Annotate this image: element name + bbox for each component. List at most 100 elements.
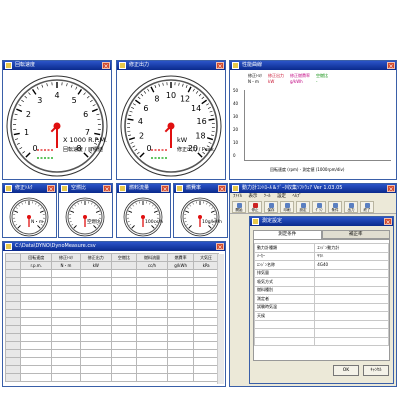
grid-cell[interactable] <box>167 309 195 318</box>
graph-button[interactable]: ｸﾞﾗﾌ <box>312 201 326 213</box>
grid-cell[interactable] <box>193 301 219 310</box>
grid-cell[interactable] <box>51 309 81 318</box>
table-row[interactable] <box>5 309 219 318</box>
grid-cell[interactable] <box>167 349 195 358</box>
grid-cell[interactable] <box>51 325 81 334</box>
data-grid[interactable]: 回転速度 修正ﾄﾙｸ 修正出力 空燃比 燃料流量 燃費率 大気圧 r.p.m. … <box>5 253 219 382</box>
grid-cell[interactable] <box>135 373 169 382</box>
conditions-button[interactable]: 条件 <box>328 201 342 213</box>
grid-cell[interactable] <box>167 373 195 382</box>
grid-cell[interactable] <box>167 269 195 278</box>
grid-cell[interactable] <box>193 333 219 342</box>
exit-button[interactable]: 終了 <box>360 201 374 213</box>
settings-button[interactable]: 設定 <box>296 201 310 213</box>
grid-cell[interactable] <box>19 269 53 278</box>
grid-cell[interactable] <box>193 373 219 382</box>
ok-button[interactable]: OK <box>333 365 359 376</box>
grid-cell[interactable] <box>193 365 219 374</box>
grid-cell[interactable] <box>110 349 137 358</box>
menu-file[interactable]: ﾌｧｲﾙ <box>233 194 242 199</box>
grid-cell[interactable] <box>19 301 53 310</box>
condition-value-field[interactable] <box>314 285 389 295</box>
close-button[interactable]: × <box>216 243 224 251</box>
grid-cell[interactable] <box>5 325 21 334</box>
grid-cell[interactable] <box>193 269 219 278</box>
grid-cell[interactable] <box>19 317 53 326</box>
close-button[interactable]: × <box>47 185 55 193</box>
grid-cell[interactable] <box>135 309 169 318</box>
condition-value-field[interactable] <box>314 336 389 346</box>
grid-cell[interactable] <box>5 293 21 302</box>
grid-cell[interactable] <box>167 293 195 302</box>
condition-value-field[interactable] <box>314 268 389 278</box>
grid-cell[interactable] <box>5 309 21 318</box>
grid-cell[interactable] <box>19 309 53 318</box>
menu-help[interactable]: ﾍﾙﾌﾟ <box>293 194 302 199</box>
grid-cell[interactable] <box>19 285 53 294</box>
grid-cell[interactable] <box>51 269 81 278</box>
grid-cell[interactable] <box>51 293 81 302</box>
grid-cell[interactable] <box>110 365 137 374</box>
grid-cell[interactable] <box>5 285 21 294</box>
grid-cell[interactable] <box>110 333 137 342</box>
grid-cell[interactable] <box>193 325 219 334</box>
grid-cell[interactable] <box>167 357 195 366</box>
table-row[interactable] <box>5 293 219 302</box>
close-button[interactable]: × <box>102 62 110 70</box>
close-button[interactable]: × <box>103 185 111 193</box>
grid-cell[interactable] <box>135 365 169 374</box>
grid-cell[interactable] <box>79 301 112 310</box>
grid-cell[interactable] <box>167 333 195 342</box>
condition-value-field[interactable] <box>314 294 389 304</box>
grid-cell[interactable] <box>19 277 53 286</box>
grid-cell[interactable] <box>79 373 112 382</box>
grid-cell[interactable] <box>167 277 195 286</box>
condition-value-field[interactable] <box>314 311 389 321</box>
grid-cell[interactable] <box>19 333 53 342</box>
grid-cell[interactable] <box>167 285 195 294</box>
grid-cell[interactable] <box>19 357 53 366</box>
grid-cell[interactable] <box>193 309 219 318</box>
table-row[interactable] <box>5 373 219 382</box>
grid-cell[interactable] <box>167 325 195 334</box>
grid-cell[interactable] <box>51 349 81 358</box>
grid-cell[interactable] <box>110 269 137 278</box>
grid-cell[interactable] <box>193 349 219 358</box>
grid-cell[interactable] <box>79 309 112 318</box>
save-button[interactable]: 保存 <box>264 201 278 213</box>
table-row[interactable] <box>5 357 219 366</box>
grid-cell[interactable] <box>79 349 112 358</box>
grid-cell[interactable] <box>135 293 169 302</box>
grid-cell[interactable] <box>5 365 21 374</box>
grid-cell[interactable] <box>5 333 21 342</box>
grid-cell[interactable] <box>135 341 169 350</box>
condition-value-field[interactable]: ﾔﾏﾊ <box>314 251 389 261</box>
cancel-button[interactable]: ｷｬﾝｾﾙ <box>363 365 389 376</box>
grid-cell[interactable] <box>167 317 195 326</box>
grid-cell[interactable] <box>79 285 112 294</box>
grid-cell[interactable] <box>135 301 169 310</box>
grid-cell[interactable] <box>110 341 137 350</box>
grid-cell[interactable] <box>135 333 169 342</box>
grid-cell[interactable] <box>5 269 21 278</box>
grid-cell[interactable] <box>5 341 21 350</box>
condition-value-field[interactable] <box>314 319 389 329</box>
table-row[interactable] <box>5 317 219 326</box>
grid-cell[interactable] <box>51 277 81 286</box>
grid-cell[interactable] <box>110 277 137 286</box>
grid-cell[interactable] <box>5 373 21 382</box>
condition-value-field[interactable] <box>314 277 389 287</box>
grid-cell[interactable] <box>19 349 53 358</box>
grid-cell[interactable] <box>79 365 112 374</box>
grid-cell[interactable] <box>79 293 112 302</box>
grid-cell[interactable] <box>135 357 169 366</box>
grid-cell[interactable] <box>110 285 137 294</box>
grid-cell[interactable] <box>135 349 169 358</box>
table-row[interactable] <box>5 277 219 286</box>
menu-view[interactable]: 表示 <box>248 194 257 199</box>
grid-cell[interactable] <box>110 309 137 318</box>
grid-cell[interactable] <box>51 301 81 310</box>
start-button[interactable]: 開始 <box>232 201 246 213</box>
grid-cell[interactable] <box>51 357 81 366</box>
grid-cell[interactable] <box>5 357 21 366</box>
